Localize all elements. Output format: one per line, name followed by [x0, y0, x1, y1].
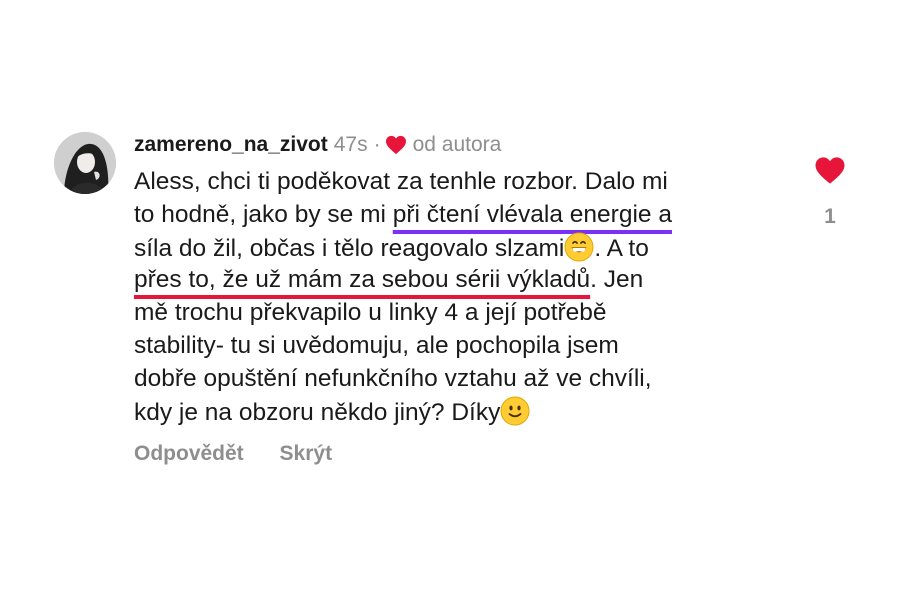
grinning-face-emoji: [564, 232, 594, 262]
heart-icon: [385, 135, 406, 155]
text-segment: mě trochu překvapilo u linky 4 a její po…: [134, 299, 607, 327]
avatar[interactable]: [54, 132, 116, 194]
text-segment: to hodně, jako by se mi: [134, 200, 393, 228]
comment-actions: Odpovědět Skrýt: [134, 442, 794, 466]
comment-text: Aless, chci ti poděkovat za tenhle rozbo…: [134, 166, 794, 428]
comment-text-line: síla do žil, občas i tělo reagovalo slza…: [134, 232, 794, 265]
text-segment: . A to: [594, 234, 649, 262]
comment-meta: zamereno_na_zivot 47s · od autora: [134, 130, 794, 160]
comment-text-line: přes to, že už mám za sebou sérii výklad…: [134, 264, 794, 297]
text-segment: kdy je na obzoru někdo jiný? Díky: [134, 398, 501, 426]
text-segment: stability- tu si uvědomuju, ale pochopil…: [134, 331, 619, 359]
highlighted-text-red: přes to, že už mám za sebou sérii výklad…: [134, 266, 591, 294]
text-segment: Aless, chci ti poděkovat za tenhle rozbo…: [134, 168, 668, 195]
comment-text-line: dobře opuštění nefunkčního vztahu až ve …: [134, 363, 794, 396]
comment-text-line: stability- tu si uvědomuju, ale pochopil…: [134, 330, 794, 363]
comment-text-line: Aless, chci ti poděkovat za tenhle rozbo…: [134, 166, 794, 199]
like-column: 1: [808, 156, 852, 229]
comment-text-line: kdy je na obzoru někdo jiný? Díky: [134, 396, 794, 429]
liked-by-author-label: od autora: [412, 133, 502, 156]
meta-separator: ·: [373, 133, 381, 156]
text-segment: . Jen: [590, 266, 644, 294]
hide-button[interactable]: Skrýt: [280, 442, 333, 465]
text-segment: síla do žil, občas i tělo reagovalo slza…: [134, 234, 565, 262]
reply-button[interactable]: Odpovědět: [134, 442, 244, 465]
avatar-image: [54, 132, 116, 194]
username-link[interactable]: zamereno_na_zivot: [134, 130, 328, 160]
comment-body: zamereno_na_zivot 47s · od autora Aless,…: [134, 130, 794, 466]
text-segment: dobře opuštění nefunkčního vztahu až ve …: [134, 364, 652, 392]
slightly-smiling-face-emoji: [500, 396, 530, 426]
highlighted-text-purple: při čtení vlévala energie a: [392, 200, 672, 228]
timestamp: 47s: [333, 133, 368, 156]
comment-text-line: mě trochu překvapilo u linky 4 a její po…: [134, 297, 794, 330]
like-count: 1: [824, 205, 836, 228]
comment-text-line: to hodně, jako by se mi při čtení vléval…: [134, 199, 794, 232]
comment: zamereno_na_zivot 47s · od autora Aless,…: [0, 0, 900, 600]
like-heart-icon[interactable]: [814, 156, 846, 185]
